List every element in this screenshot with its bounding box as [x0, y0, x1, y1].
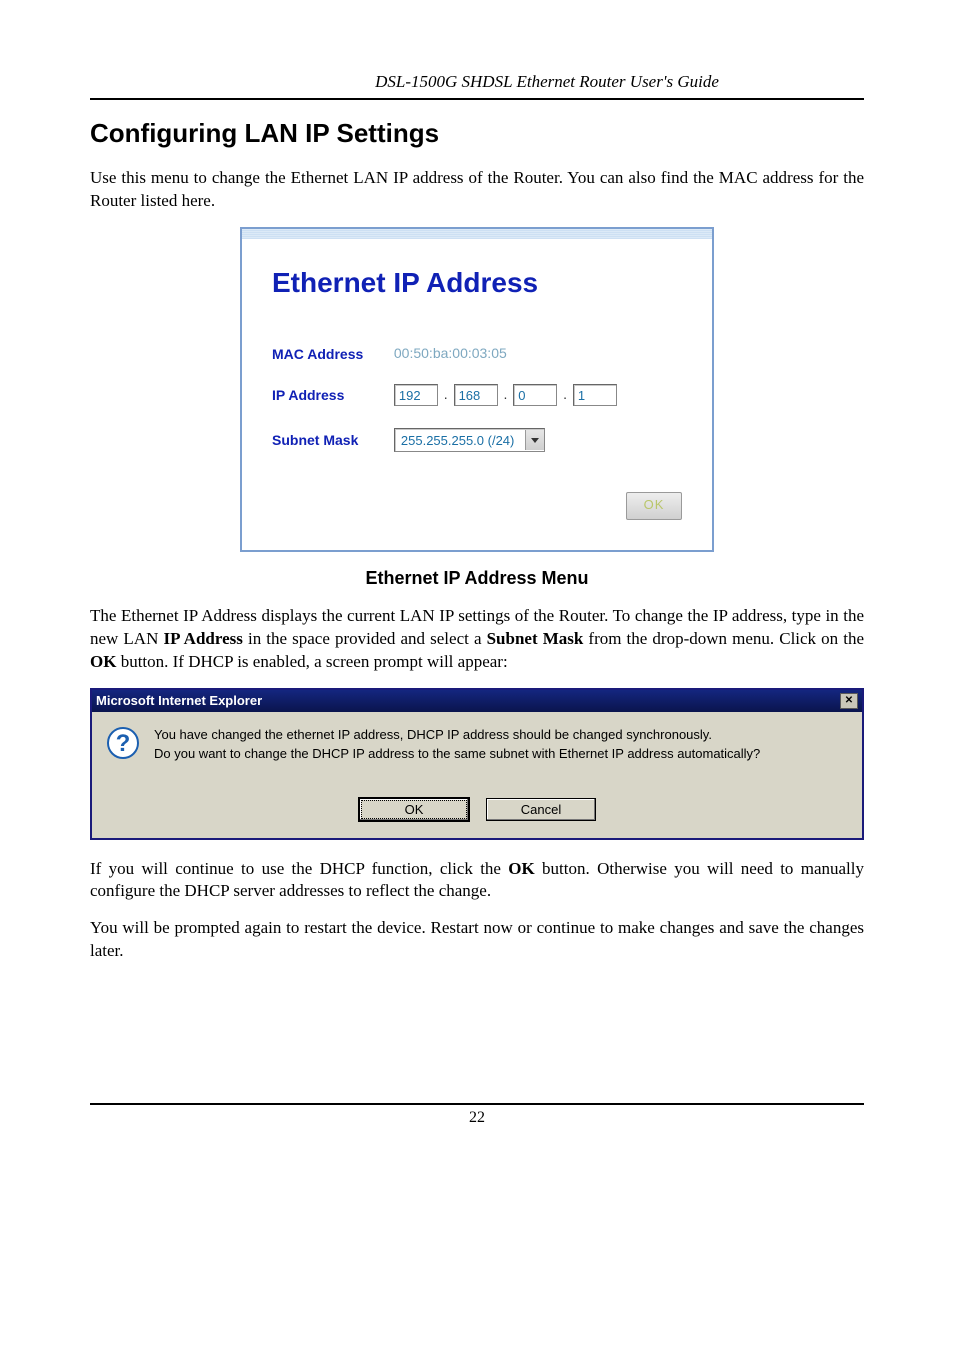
page-number: 22: [90, 1109, 864, 1127]
ip-octet-4[interactable]: 1: [573, 384, 617, 406]
dialog-cancel-button[interactable]: Cancel: [486, 798, 596, 821]
p2-d: Subnet Mask: [487, 629, 584, 648]
figure-caption: Ethernet IP Address Menu: [90, 568, 864, 589]
svg-text:?: ?: [116, 730, 131, 757]
p2-b: IP Address: [163, 629, 242, 648]
dialog-line-2: Do you want to change the DHCP IP addres…: [154, 745, 760, 764]
subnet-mask-select[interactable]: 255.255.255.0 (/24): [394, 428, 545, 452]
paragraph-4: You will be prompted again to restart th…: [90, 917, 864, 963]
dialog-titlebar: Microsoft Internet Explorer ✕: [92, 690, 862, 712]
dialog-title-text: Microsoft Internet Explorer: [96, 693, 262, 708]
subnet-mask-row: Subnet Mask 255.255.255.0 (/24): [272, 428, 682, 452]
p2-e: from the drop-down menu. Click on the: [583, 629, 864, 648]
subnet-mask-label: Subnet Mask: [272, 432, 390, 448]
p3-a: If you will continue to use the DHCP fun…: [90, 859, 508, 878]
ip-octet-3[interactable]: 0: [513, 384, 557, 406]
footer-rule: [90, 1103, 864, 1105]
close-icon[interactable]: ✕: [840, 693, 858, 709]
ip-address-row: IP Address 192 . 168 . 0 . 1: [272, 384, 682, 406]
mac-address-label: MAC Address: [272, 346, 390, 362]
dialog-line-3: [154, 764, 760, 783]
header-rule: [90, 98, 864, 100]
chevron-down-icon: [531, 438, 539, 443]
running-header: DSL-1500G SHDSL Ethernet Router User's G…: [90, 72, 864, 92]
ok-button[interactable]: OK: [626, 492, 682, 520]
dialog-line-1: You have changed the ethernet IP address…: [154, 726, 760, 745]
paragraph-3: If you will continue to use the DHCP fun…: [90, 858, 864, 904]
p3-b: OK: [508, 859, 534, 878]
p2-c: in the space provided and select a: [243, 629, 487, 648]
p2-f: OK: [90, 652, 116, 671]
ip-dot: .: [444, 386, 448, 402]
intro-paragraph: Use this menu to change the Ethernet LAN…: [90, 167, 864, 213]
paragraph-2: The Ethernet IP Address displays the cur…: [90, 605, 864, 674]
ip-octet-2[interactable]: 168: [454, 384, 498, 406]
mac-address-row: MAC Address 00:50:ba:00:03:05: [272, 345, 682, 362]
ip-address-label: IP Address: [272, 387, 390, 403]
confirm-dialog: Microsoft Internet Explorer ✕ ? You have…: [90, 688, 864, 840]
p2-g: button. If DHCP is enabled, a screen pro…: [116, 652, 507, 671]
ip-octet-1[interactable]: 192: [394, 384, 438, 406]
ethernet-ip-panel: Ethernet IP Address MAC Address 00:50:ba…: [240, 227, 714, 552]
ip-dot: .: [503, 386, 507, 402]
mac-address-value: 00:50:ba:00:03:05: [394, 345, 507, 361]
dialog-ok-button[interactable]: OK: [358, 797, 470, 822]
dropdown-button[interactable]: [525, 430, 544, 450]
section-heading: Configuring LAN IP Settings: [90, 118, 864, 149]
panel-top-stripe: [242, 229, 712, 239]
question-icon: ?: [106, 726, 140, 763]
panel-title: Ethernet IP Address: [272, 267, 682, 299]
subnet-mask-value: 255.255.255.0 (/24): [395, 433, 525, 448]
dialog-message: You have changed the ethernet IP address…: [154, 726, 760, 783]
ip-dot: .: [563, 386, 567, 402]
